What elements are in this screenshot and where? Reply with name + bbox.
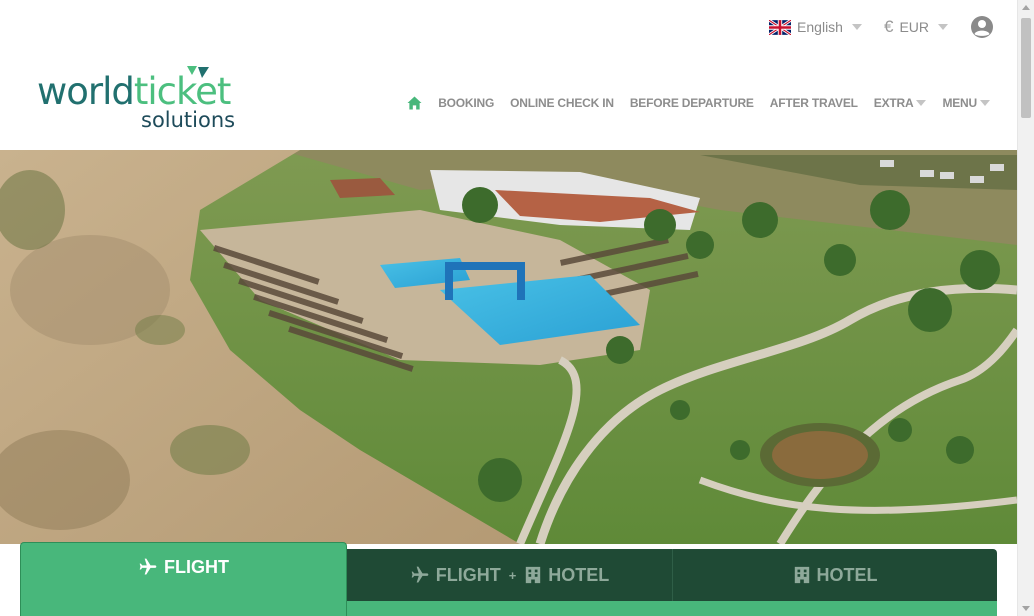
nav-menu-label: MENU <box>942 96 977 110</box>
plane-icon <box>139 558 157 575</box>
nav-booking-label: BOOKING <box>438 96 495 110</box>
scrollbar-thumb[interactable] <box>1021 18 1031 118</box>
nav-before-departure[interactable]: BEFORE DEPARTURE <box>630 96 754 110</box>
hotel-icon <box>794 566 809 584</box>
tab-flight-hotel-label-a: FLIGHT <box>435 564 501 585</box>
tab-flight-hotel-plus: + <box>508 567 517 583</box>
nav-menu[interactable]: MENU <box>942 96 990 110</box>
booking-form-top <box>347 601 997 616</box>
nav-extra[interactable]: EXTRA <box>874 96 927 110</box>
language-selector[interactable]: English <box>769 19 862 35</box>
scroll-up-arrow-icon[interactable] <box>1022 5 1030 10</box>
currency-label: EUR <box>899 19 929 35</box>
nav-online-check-in-label: ONLINE CHECK IN <box>510 96 614 110</box>
tab-flight-hotel-label-b: HOTEL <box>548 564 610 585</box>
scroll-down-arrow-icon[interactable] <box>1022 606 1030 611</box>
chevron-down-icon <box>851 24 862 30</box>
tab-hotel-label: HOTEL <box>816 564 878 585</box>
logo-subtitle: solutions <box>141 108 236 132</box>
nav-online-check-in[interactable]: ONLINE CHECK IN <box>510 96 614 110</box>
nav-after-travel[interactable]: AFTER TRAVEL <box>770 96 858 110</box>
booking-tabs: FLIGHT FLIGHT + HOTEL HOTEL <box>20 540 997 616</box>
main-nav: BOOKING ONLINE CHECK IN BEFORE DEPARTURE… <box>407 96 990 110</box>
chevron-down-icon <box>916 100 927 106</box>
home-icon <box>407 96 422 110</box>
utility-bar: English € EUR <box>769 14 994 40</box>
page: English € EUR worldticket solutions BOOK… <box>0 0 1034 616</box>
hero-image <box>0 150 1017 544</box>
nav-extra-label: EXTRA <box>873 96 914 110</box>
chevron-down-icon <box>980 100 990 106</box>
logo-wordmark: worldticket <box>37 70 232 113</box>
worldticket-logo[interactable]: worldticket solutions <box>37 66 247 136</box>
hotel-icon <box>526 566 541 584</box>
user-icon <box>971 16 993 38</box>
tab-flight[interactable]: FLIGHT <box>20 542 347 616</box>
tab-hotel[interactable]: HOTEL <box>673 549 997 601</box>
hero-resort-illustration <box>0 150 1017 544</box>
chevron-down-icon <box>938 24 948 30</box>
tab-flight-label: FLIGHT <box>164 557 229 577</box>
account-button[interactable] <box>970 15 994 39</box>
logo-word-world: world <box>37 70 135 113</box>
currency-selector[interactable]: € EUR <box>884 17 948 37</box>
language-label: English <box>797 19 843 35</box>
nav-home[interactable] <box>407 96 422 110</box>
nav-booking[interactable]: BOOKING <box>438 96 494 110</box>
logo-word-ticket: ticket <box>133 70 232 113</box>
nav-before-departure-label: BEFORE DEPARTURE <box>629 96 754 110</box>
uk-flag-icon <box>769 19 792 35</box>
plane-icon <box>411 566 429 583</box>
vertical-scrollbar[interactable] <box>1017 0 1034 616</box>
euro-icon: € <box>883 17 894 36</box>
tab-flight-hotel[interactable]: FLIGHT + HOTEL <box>347 549 673 601</box>
nav-after-travel-label: AFTER TRAVEL <box>769 96 858 110</box>
